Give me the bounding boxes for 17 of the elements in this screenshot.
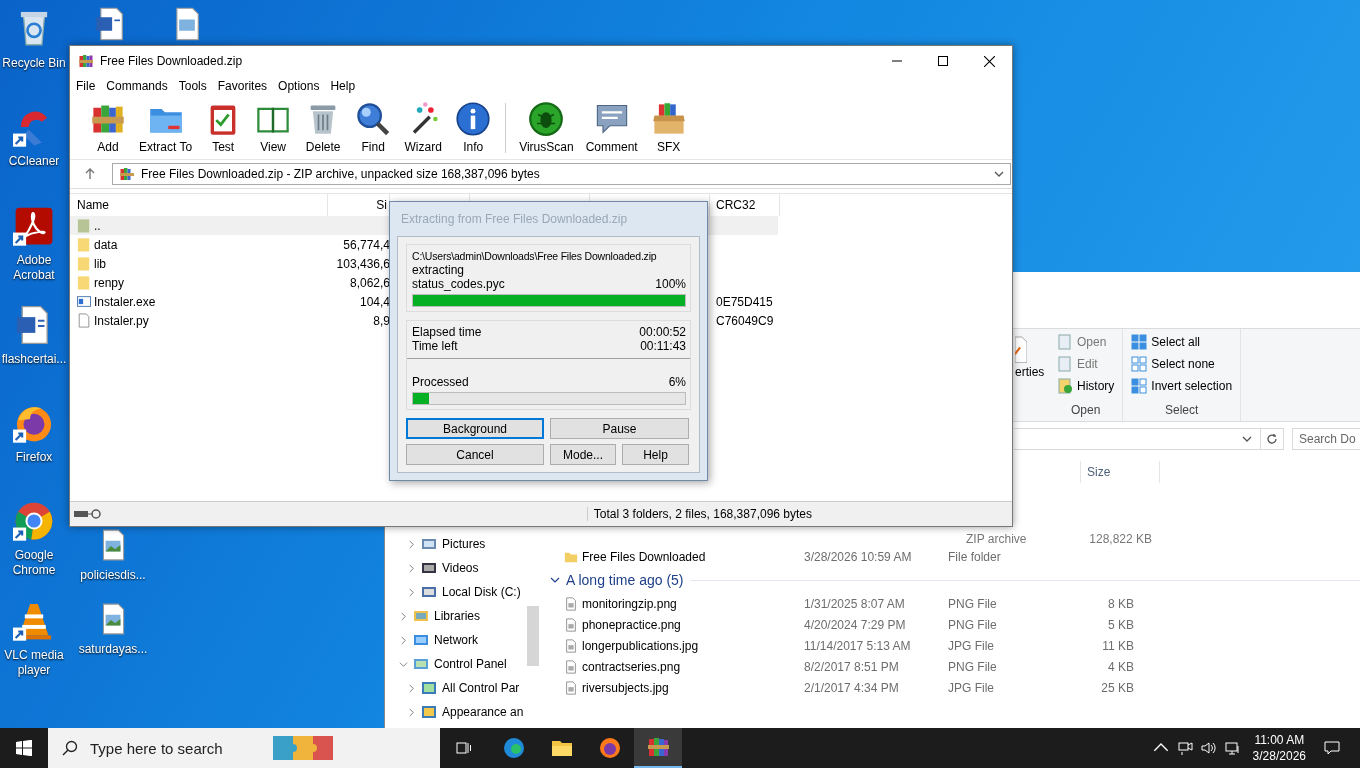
time-value: 00:00:52 [639,325,686,339]
time-label: Time left [412,339,458,353]
dialog-title: Extracting from Free Files Downloaded.zip [400,211,629,228]
file-type: ZIP archive [966,532,1028,546]
percent-label: 100% [655,277,686,291]
ribbon-group-label: Select [1165,403,1199,417]
time-value: 00:11:43 [640,339,686,353]
window-title: Free Files Downloaded.zip [100,54,243,68]
file-name: status_codes.pyc [412,277,505,291]
processed-label: Processed [412,375,469,389]
time-label: Elapsed time [412,325,482,339]
ribbon-group-label: Open [1071,403,1101,417]
status-label: extracting [412,263,466,277]
archive-path: C:\Users\admin\Downloads\Free Files Downloaded.zip [412,249,658,263]
file-size: 128,822 KB [1088,532,1152,546]
percent-label: 6% [668,375,686,389]
status-text: Total 3 folders, 2 files, 168,387,096 bytes [586,507,812,521]
